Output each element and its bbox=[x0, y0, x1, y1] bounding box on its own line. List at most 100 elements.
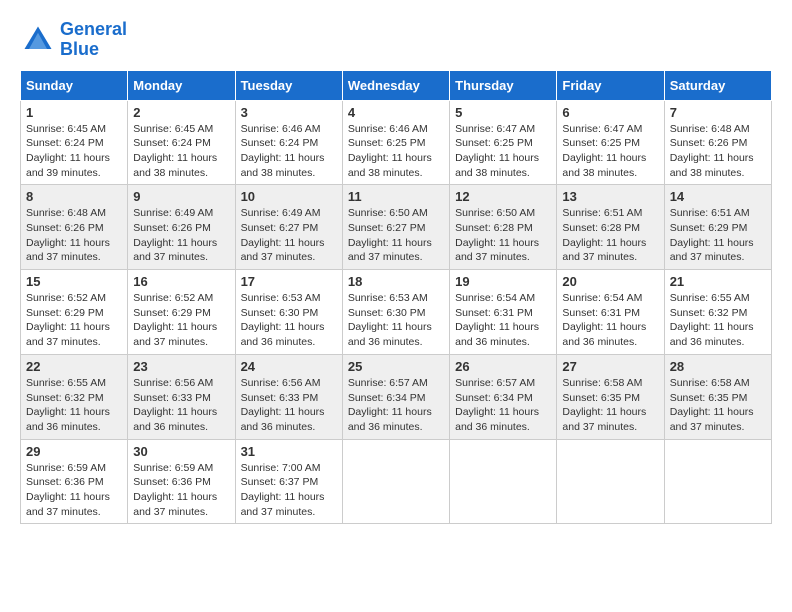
day-number: 21 bbox=[670, 274, 766, 289]
day-info: Sunrise: 7:00 AMSunset: 6:37 PMDaylight:… bbox=[241, 461, 337, 520]
day-number: 25 bbox=[348, 359, 444, 374]
calendar-cell: 5 Sunrise: 6:47 AMSunset: 6:25 PMDaylight… bbox=[450, 100, 557, 185]
day-number: 17 bbox=[241, 274, 337, 289]
calendar-cell: 25 Sunrise: 6:57 AMSunset: 6:34 PMDayligh… bbox=[342, 354, 449, 439]
day-number: 15 bbox=[26, 274, 122, 289]
day-info: Sunrise: 6:56 AMSunset: 6:33 PMDaylight:… bbox=[133, 376, 229, 435]
day-info: Sunrise: 6:49 AMSunset: 6:27 PMDaylight:… bbox=[241, 206, 337, 265]
weekday-header: Sunday bbox=[21, 70, 128, 100]
day-number: 16 bbox=[133, 274, 229, 289]
calendar-cell: 31 Sunrise: 7:00 AMSunset: 6:37 PMDayligh… bbox=[235, 439, 342, 524]
calendar-cell: 14 Sunrise: 6:51 AMSunset: 6:29 PMDayligh… bbox=[664, 185, 771, 270]
day-number: 28 bbox=[670, 359, 766, 374]
day-number: 27 bbox=[562, 359, 658, 374]
day-number: 5 bbox=[455, 105, 551, 120]
calendar-cell: 11 Sunrise: 6:50 AMSunset: 6:27 PMDayligh… bbox=[342, 185, 449, 270]
calendar-cell: 15 Sunrise: 6:52 AMSunset: 6:29 PMDayligh… bbox=[21, 270, 128, 355]
day-number: 26 bbox=[455, 359, 551, 374]
calendar-cell: 24 Sunrise: 6:56 AMSunset: 6:33 PMDayligh… bbox=[235, 354, 342, 439]
day-info: Sunrise: 6:51 AMSunset: 6:29 PMDaylight:… bbox=[670, 206, 766, 265]
calendar-cell: 28 Sunrise: 6:58 AMSunset: 6:35 PMDayligh… bbox=[664, 354, 771, 439]
day-info: Sunrise: 6:57 AMSunset: 6:34 PMDaylight:… bbox=[455, 376, 551, 435]
day-info: Sunrise: 6:55 AMSunset: 6:32 PMDaylight:… bbox=[26, 376, 122, 435]
logo: General Blue bbox=[20, 20, 127, 60]
day-number: 14 bbox=[670, 189, 766, 204]
day-info: Sunrise: 6:57 AMSunset: 6:34 PMDaylight:… bbox=[348, 376, 444, 435]
calendar-cell: 21 Sunrise: 6:55 AMSunset: 6:32 PMDayligh… bbox=[664, 270, 771, 355]
calendar-cell: 2 Sunrise: 6:45 AMSunset: 6:24 PMDaylight… bbox=[128, 100, 235, 185]
day-info: Sunrise: 6:49 AMSunset: 6:26 PMDaylight:… bbox=[133, 206, 229, 265]
calendar-cell: 10 Sunrise: 6:49 AMSunset: 6:27 PMDayligh… bbox=[235, 185, 342, 270]
day-number: 10 bbox=[241, 189, 337, 204]
day-info: Sunrise: 6:46 AMSunset: 6:24 PMDaylight:… bbox=[241, 122, 337, 181]
calendar-cell: 8Sunrise: 6:48 AMSunset: 6:26 PMDaylight… bbox=[21, 185, 128, 270]
day-info: Sunrise: 6:58 AMSunset: 6:35 PMDaylight:… bbox=[562, 376, 658, 435]
day-info: Sunrise: 6:51 AMSunset: 6:28 PMDaylight:… bbox=[562, 206, 658, 265]
logo-icon bbox=[20, 22, 56, 58]
day-number: 12 bbox=[455, 189, 551, 204]
day-info: Sunrise: 6:52 AMSunset: 6:29 PMDaylight:… bbox=[26, 291, 122, 350]
day-number: 11 bbox=[348, 189, 444, 204]
day-info: Sunrise: 6:47 AMSunset: 6:25 PMDaylight:… bbox=[562, 122, 658, 181]
calendar-cell: 3 Sunrise: 6:46 AMSunset: 6:24 PMDaylight… bbox=[235, 100, 342, 185]
calendar-cell: 6Sunrise: 6:47 AMSunset: 6:25 PMDaylight… bbox=[557, 100, 664, 185]
day-number: 19 bbox=[455, 274, 551, 289]
calendar-cell: 16Sunrise: 6:52 AMSunset: 6:29 PMDayligh… bbox=[128, 270, 235, 355]
calendar-cell bbox=[450, 439, 557, 524]
calendar-cell: 17Sunrise: 6:53 AMSunset: 6:30 PMDayligh… bbox=[235, 270, 342, 355]
day-info: Sunrise: 6:58 AMSunset: 6:35 PMDaylight:… bbox=[670, 376, 766, 435]
day-info: Sunrise: 6:45 AMSunset: 6:24 PMDaylight:… bbox=[133, 122, 229, 181]
day-info: Sunrise: 6:54 AMSunset: 6:31 PMDaylight:… bbox=[562, 291, 658, 350]
day-info: Sunrise: 6:56 AMSunset: 6:33 PMDaylight:… bbox=[241, 376, 337, 435]
day-number: 20 bbox=[562, 274, 658, 289]
calendar-cell: 19 Sunrise: 6:54 AMSunset: 6:31 PMDayligh… bbox=[450, 270, 557, 355]
day-info: Sunrise: 6:59 AMSunset: 6:36 PMDaylight:… bbox=[133, 461, 229, 520]
calendar-cell: 26 Sunrise: 6:57 AMSunset: 6:34 PMDayligh… bbox=[450, 354, 557, 439]
day-info: Sunrise: 6:48 AMSunset: 6:26 PMDaylight:… bbox=[670, 122, 766, 181]
day-number: 13 bbox=[562, 189, 658, 204]
calendar-cell: 12Sunrise: 6:50 AMSunset: 6:28 PMDayligh… bbox=[450, 185, 557, 270]
day-info: Sunrise: 6:55 AMSunset: 6:32 PMDaylight:… bbox=[670, 291, 766, 350]
day-number: 8 bbox=[26, 189, 122, 204]
weekday-header: Friday bbox=[557, 70, 664, 100]
calendar-header: SundayMondayTuesdayWednesdayThursdayFrid… bbox=[21, 70, 772, 100]
calendar-cell: 30 Sunrise: 6:59 AMSunset: 6:36 PMDayligh… bbox=[128, 439, 235, 524]
weekday-header: Thursday bbox=[450, 70, 557, 100]
day-info: Sunrise: 6:45 AMSunset: 6:24 PMDaylight:… bbox=[26, 122, 122, 181]
calendar-cell: 22Sunrise: 6:55 AMSunset: 6:32 PMDayligh… bbox=[21, 354, 128, 439]
calendar-cell bbox=[342, 439, 449, 524]
weekday-header: Tuesday bbox=[235, 70, 342, 100]
calendar-cell: 7Sunrise: 6:48 AMSunset: 6:26 PMDaylight… bbox=[664, 100, 771, 185]
day-info: Sunrise: 6:50 AMSunset: 6:27 PMDaylight:… bbox=[348, 206, 444, 265]
day-number: 3 bbox=[241, 105, 337, 120]
logo-text: General Blue bbox=[60, 20, 127, 60]
day-number: 9 bbox=[133, 189, 229, 204]
calendar-cell: 27 Sunrise: 6:58 AMSunset: 6:35 PMDayligh… bbox=[557, 354, 664, 439]
weekday-header: Monday bbox=[128, 70, 235, 100]
calendar-cell: 18 Sunrise: 6:53 AMSunset: 6:30 PMDayligh… bbox=[342, 270, 449, 355]
day-info: Sunrise: 6:47 AMSunset: 6:25 PMDaylight:… bbox=[455, 122, 551, 181]
calendar-table: SundayMondayTuesdayWednesdayThursdayFrid… bbox=[20, 70, 772, 525]
weekday-header: Saturday bbox=[664, 70, 771, 100]
calendar-cell bbox=[664, 439, 771, 524]
day-info: Sunrise: 6:54 AMSunset: 6:31 PMDaylight:… bbox=[455, 291, 551, 350]
day-number: 23 bbox=[133, 359, 229, 374]
day-number: 2 bbox=[133, 105, 229, 120]
calendar-cell: 1 Sunrise: 6:45 AMSunset: 6:24 PMDaylight… bbox=[21, 100, 128, 185]
calendar-cell: 20 Sunrise: 6:54 AMSunset: 6:31 PMDayligh… bbox=[557, 270, 664, 355]
day-number: 4 bbox=[348, 105, 444, 120]
calendar-cell: 29Sunrise: 6:59 AMSunset: 6:36 PMDayligh… bbox=[21, 439, 128, 524]
day-number: 1 bbox=[26, 105, 122, 120]
day-number: 31 bbox=[241, 444, 337, 459]
day-number: 24 bbox=[241, 359, 337, 374]
day-number: 18 bbox=[348, 274, 444, 289]
day-info: Sunrise: 6:46 AMSunset: 6:25 PMDaylight:… bbox=[348, 122, 444, 181]
weekday-header: Wednesday bbox=[342, 70, 449, 100]
calendar-cell: 13 Sunrise: 6:51 AMSunset: 6:28 PMDayligh… bbox=[557, 185, 664, 270]
page-header: General Blue bbox=[20, 20, 772, 60]
day-number: 29 bbox=[26, 444, 122, 459]
calendar-cell: 9 Sunrise: 6:49 AMSunset: 6:26 PMDaylight… bbox=[128, 185, 235, 270]
day-number: 30 bbox=[133, 444, 229, 459]
calendar-cell: 23 Sunrise: 6:56 AMSunset: 6:33 PMDayligh… bbox=[128, 354, 235, 439]
day-info: Sunrise: 6:53 AMSunset: 6:30 PMDaylight:… bbox=[348, 291, 444, 350]
